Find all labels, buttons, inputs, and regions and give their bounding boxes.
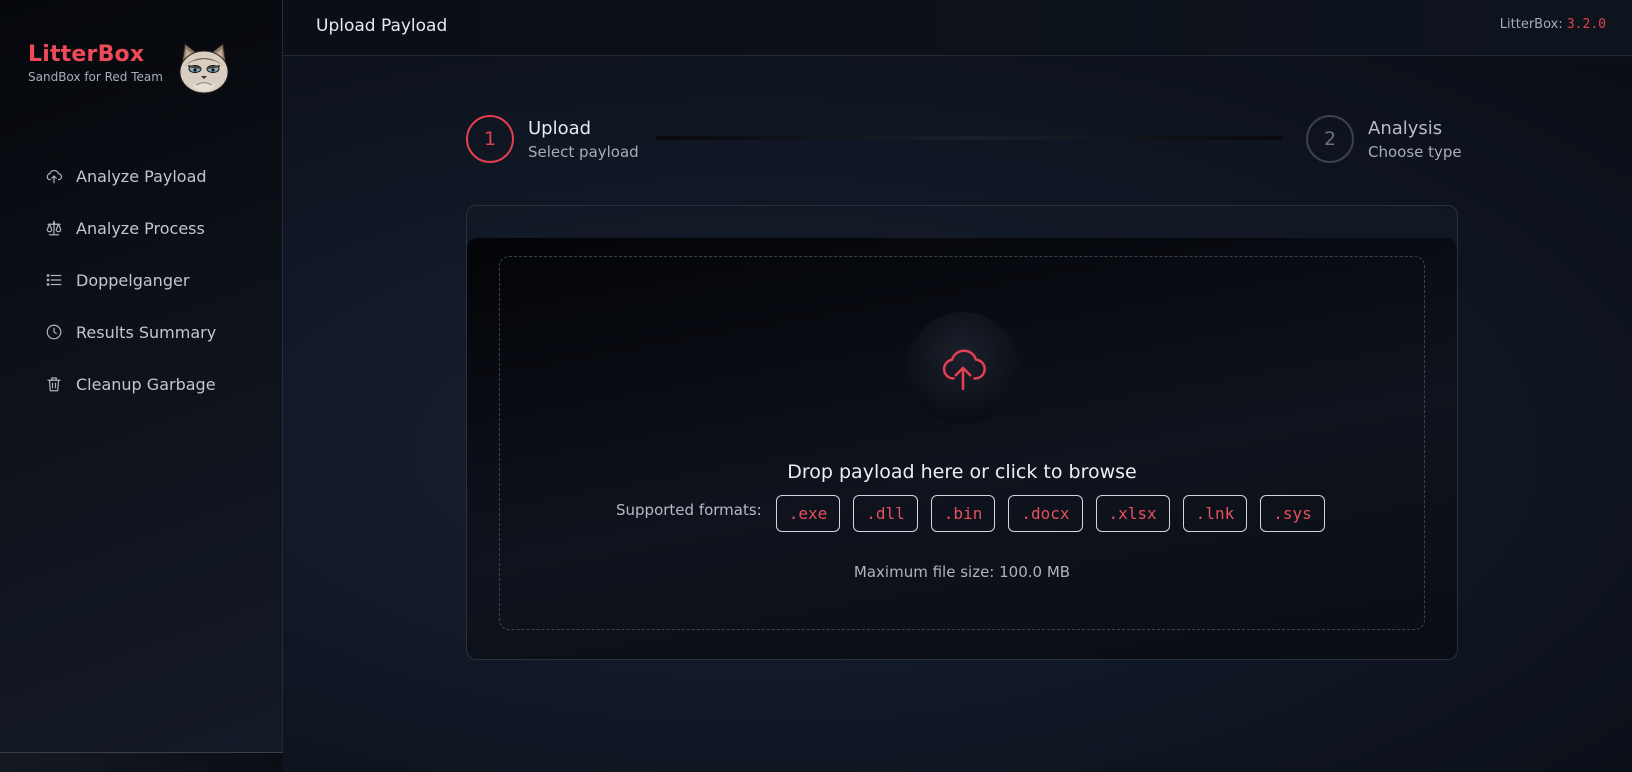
sidebar-nav: Analyze Payload Analyze Process Doppelga…: [44, 150, 216, 410]
sidebar-item-doppelganger[interactable]: Doppelganger: [44, 254, 216, 306]
cloud-upload-icon: [942, 349, 986, 391]
format-badge-docx: .docx: [1008, 495, 1083, 532]
sidebar-item-label: Analyze Payload: [76, 166, 207, 186]
version-info: LitterBox: 3.2.0: [1500, 17, 1606, 32]
step-number-circle: 2: [1306, 115, 1354, 163]
dropzone-container: Drop payload here or click to browse Sup…: [467, 238, 1457, 659]
sidebar-item-label: Analyze Process: [76, 218, 205, 238]
version-number: 3.2.0: [1566, 17, 1606, 32]
step-subtitle: Choose type: [1368, 142, 1462, 161]
supported-formats: Supported formats: .exe .dll .bin .docx …: [616, 495, 1338, 532]
clock-icon: [44, 322, 64, 342]
upload-button[interactable]: [907, 312, 1019, 424]
version-label: LitterBox:: [1499, 17, 1563, 32]
brand-subtitle: SandBox for Red Team: [28, 70, 163, 84]
list-icon: [44, 270, 64, 290]
drop-instructions: Drop payload here or click to browse: [787, 461, 1137, 483]
sidebar-item-results-summary[interactable]: Results Summary: [44, 306, 216, 358]
step-title: Upload: [528, 117, 592, 139]
cloud-upload-icon: [44, 166, 64, 186]
brand-name: LitterBox: [28, 42, 145, 67]
page-title: Upload Payload: [316, 16, 448, 36]
sidebar-item-cleanup-garbage[interactable]: Cleanup Garbage: [44, 358, 216, 410]
file-dropzone[interactable]: Drop payload here or click to browse Sup…: [499, 256, 1425, 630]
format-badge-dll: .dll: [853, 495, 918, 532]
brand[interactable]: LitterBox SandBox for Red Team: [28, 42, 163, 84]
step-number-circle: 1: [466, 115, 514, 163]
topbar: Upload Payload LitterBox: 3.2.0: [283, 0, 1632, 56]
grumpy-cat-logo-icon: [176, 42, 232, 96]
step-title: Analysis: [1368, 117, 1443, 139]
max-file-size: Maximum file size: 100.0 MB: [853, 563, 1071, 581]
sidebar-item-analyze-process[interactable]: Analyze Process: [44, 202, 216, 254]
main-content: 1 Upload Select payload 2 Analysis Choos…: [283, 57, 1632, 772]
sidebar: LitterBox SandBox for Red Team Analyze P…: [0, 0, 283, 772]
formats-label: Supported formats:: [616, 500, 762, 519]
sidebar-item-label: Doppelganger: [76, 270, 190, 290]
format-badge-sys: .sys: [1260, 495, 1325, 532]
scale-icon: [44, 218, 64, 238]
step-progress-line: [656, 136, 1283, 140]
sidebar-footer: [0, 752, 283, 772]
sidebar-item-label: Results Summary: [76, 322, 217, 342]
upload-card: Drop payload here or click to browse Sup…: [466, 205, 1458, 660]
sidebar-item-analyze-payload[interactable]: Analyze Payload: [44, 150, 216, 202]
trash-icon: [44, 374, 64, 394]
step-subtitle: Select payload: [528, 142, 639, 161]
app-window: LitterBox SandBox for Red Team Analyze P…: [0, 0, 1632, 772]
format-badge-exe: .exe: [775, 495, 841, 532]
step-upload: 1 Upload Select payload: [466, 115, 639, 163]
format-badge-xlsx: .xlsx: [1095, 495, 1170, 532]
step-analysis: 2 Analysis Choose type: [1306, 115, 1462, 163]
sidebar-item-label: Cleanup Garbage: [76, 374, 216, 394]
format-badge-lnk: .lnk: [1182, 495, 1248, 532]
format-badge-bin: .bin: [930, 495, 996, 532]
